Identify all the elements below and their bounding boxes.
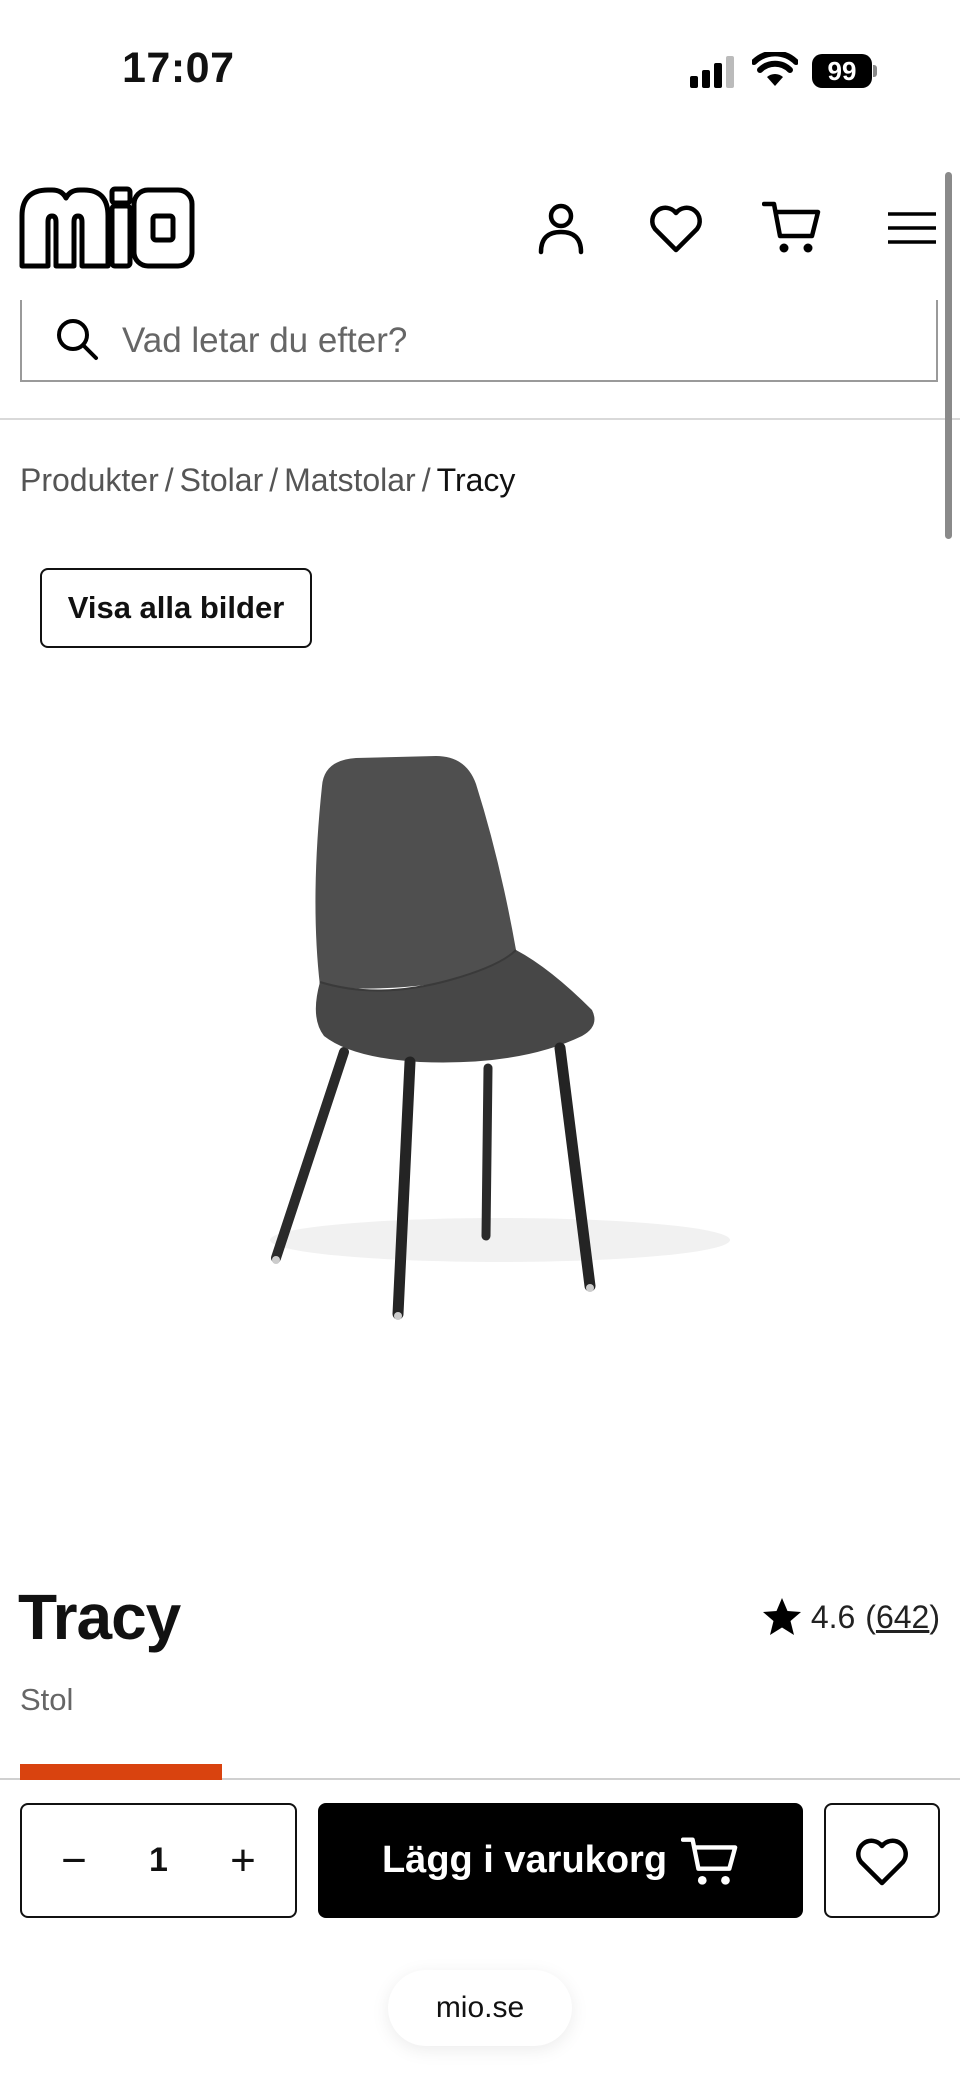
rating-close-paren: )	[929, 1598, 940, 1635]
status-time: 17:07	[122, 44, 235, 92]
breadcrumb-separator: /	[164, 462, 174, 498]
search-bar	[20, 300, 938, 382]
search-icon	[57, 319, 98, 360]
menu-icon[interactable]	[882, 198, 942, 258]
account-icon[interactable]	[531, 198, 591, 258]
quantity-stepper: − 1 +	[20, 1803, 297, 1918]
progress-fill	[20, 1764, 222, 1780]
decrease-quantity-button[interactable]: −	[34, 1805, 114, 1916]
heart-icon	[856, 1838, 908, 1885]
status-bar: 17:07 99	[0, 0, 960, 140]
breadcrumb-separator: /	[269, 462, 279, 498]
mio-logo[interactable]	[18, 186, 196, 270]
rating-open-paren: (	[865, 1598, 876, 1635]
browser-address-pill[interactable]: mio.se	[388, 1970, 572, 2046]
heart-icon[interactable]	[646, 198, 706, 258]
add-to-cart-button[interactable]: Lägg i varukorg	[318, 1803, 803, 1918]
rating-value: 4.6	[810, 1598, 856, 1635]
product-title: Tracy	[18, 1581, 181, 1653]
cart-icon	[681, 1837, 738, 1885]
scroll-progress	[0, 1764, 960, 1780]
cart-icon[interactable]	[762, 198, 822, 258]
show-all-images-button[interactable]: Visa alla bilder	[40, 568, 312, 648]
breadcrumb-link-matstolar[interactable]: Matstolar	[284, 462, 416, 498]
product-image[interactable]	[200, 700, 760, 1360]
header-divider	[0, 418, 960, 420]
battery-cap	[873, 65, 877, 77]
add-to-wishlist-button[interactable]	[824, 1803, 940, 1918]
add-to-cart-label: Lägg i varukorg	[381, 1839, 668, 1881]
breadcrumb-current: Tracy	[436, 462, 516, 498]
scrollbar[interactable]	[945, 172, 952, 539]
wifi-icon	[752, 52, 798, 86]
battery-level: 99	[812, 54, 872, 88]
breadcrumb: Produkter / Stolar / Matstolar / Tracy	[20, 462, 515, 499]
quantity-value[interactable]: 1	[122, 1805, 195, 1916]
star-icon	[762, 1598, 801, 1635]
product-category: Stol	[20, 1682, 74, 1717]
cellular-signal-icon	[690, 56, 734, 88]
breadcrumb-link-produkter[interactable]: Produkter	[20, 462, 159, 498]
battery-indicator: 99	[812, 54, 878, 88]
review-count-link[interactable]: 642	[876, 1599, 929, 1636]
site-header	[0, 150, 960, 300]
search-input[interactable]	[120, 310, 904, 372]
increase-quantity-button[interactable]: +	[203, 1805, 283, 1916]
breadcrumb-link-stolar[interactable]: Stolar	[180, 462, 264, 498]
product-rating[interactable]: 4.6 (642)	[761, 1596, 940, 1638]
breadcrumb-separator: /	[421, 462, 431, 498]
